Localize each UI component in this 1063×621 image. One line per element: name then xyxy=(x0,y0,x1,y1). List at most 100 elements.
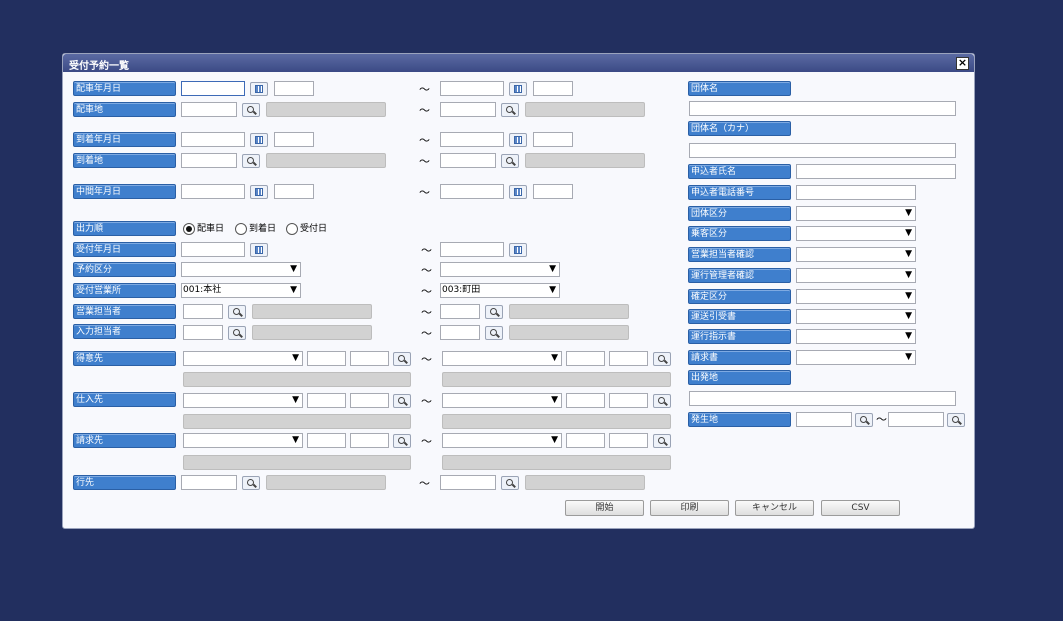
sales-staff-to-code[interactable] xyxy=(440,304,480,319)
search-icon[interactable] xyxy=(485,326,503,340)
billing-from-code2[interactable] xyxy=(350,433,389,448)
arrival-date-to-input[interactable] xyxy=(440,132,504,147)
supplier-to-code2[interactable] xyxy=(609,393,648,408)
arrival-place-to-code[interactable] xyxy=(440,153,496,168)
billing-from-select[interactable]: ▼ xyxy=(183,433,303,448)
search-icon[interactable] xyxy=(485,305,503,319)
departure-input[interactable] xyxy=(689,391,956,406)
calendar-icon[interactable] xyxy=(250,243,268,257)
search-icon[interactable] xyxy=(653,352,671,366)
arrival-place-from-code[interactable] xyxy=(181,153,237,168)
input-staff-from-code[interactable] xyxy=(183,325,223,340)
csv-button[interactable]: CSV xyxy=(821,500,900,516)
billing-to-code1[interactable] xyxy=(566,433,605,448)
search-icon[interactable] xyxy=(653,434,671,448)
radio-arrival[interactable]: 到着日 xyxy=(235,222,276,237)
range-tilde: ～ xyxy=(421,285,432,298)
middle-time-from-input[interactable] xyxy=(274,184,314,199)
group-name-input[interactable] xyxy=(689,101,956,116)
search-icon[interactable] xyxy=(228,305,246,319)
supplier-to-code1[interactable] xyxy=(566,393,605,408)
transfer-doc-select[interactable]: ▼ xyxy=(796,309,916,324)
supplier-from-select[interactable]: ▼ xyxy=(183,393,303,408)
search-icon[interactable] xyxy=(242,103,260,117)
invoice-select[interactable]: ▼ xyxy=(796,350,916,365)
search-icon[interactable] xyxy=(501,103,519,117)
radio-haisha[interactable]: 配車日 xyxy=(183,222,224,237)
customer-to-code2[interactable] xyxy=(609,351,648,366)
travel-mgr-check-select[interactable]: ▼ xyxy=(796,268,916,283)
arrival-date-from-input[interactable] xyxy=(181,132,245,147)
customer-from-select[interactable]: ▼ xyxy=(183,351,303,366)
instruction-doc-select[interactable]: ▼ xyxy=(796,329,916,344)
group-name-kana-input[interactable] xyxy=(689,143,956,158)
sales-staff-from-code[interactable] xyxy=(183,304,223,319)
middle-date-to-input[interactable] xyxy=(440,184,504,199)
calendar-icon[interactable] xyxy=(509,82,527,96)
haisha-time-from-input[interactable] xyxy=(274,81,314,96)
search-icon[interactable] xyxy=(393,434,411,448)
destination-from-code[interactable] xyxy=(181,475,237,490)
applicant-phone-input[interactable] xyxy=(796,185,916,200)
calendar-icon[interactable] xyxy=(509,133,527,147)
origin-from-code[interactable] xyxy=(796,412,852,427)
destination-to-code[interactable] xyxy=(440,475,496,490)
middle-date-from-input[interactable] xyxy=(181,184,245,199)
customer-from-code2[interactable] xyxy=(350,351,389,366)
haisha-date-from-input[interactable] xyxy=(181,81,245,96)
search-icon[interactable] xyxy=(242,476,260,490)
sales-check-select[interactable]: ▼ xyxy=(796,247,916,262)
chevron-down-icon: ▼ xyxy=(290,285,297,295)
radio-reception[interactable]: 受付日 xyxy=(286,222,327,237)
passenger-type-select[interactable]: ▼ xyxy=(796,226,916,241)
origin-to-code[interactable] xyxy=(888,412,944,427)
haisha-place-from-code[interactable] xyxy=(181,102,237,117)
reception-office-from-select[interactable]: 001:本社 ▼ xyxy=(181,283,301,298)
start-button[interactable]: 開始 xyxy=(565,500,644,516)
calendar-icon[interactable] xyxy=(250,185,268,199)
billing-from-code1[interactable] xyxy=(307,433,346,448)
supplier-to-select[interactable]: ▼ xyxy=(442,393,562,408)
cancel-button[interactable]: キャンセル xyxy=(735,500,814,516)
search-icon[interactable] xyxy=(855,413,873,427)
print-button[interactable]: 印刷 xyxy=(650,500,729,516)
input-staff-to-code[interactable] xyxy=(440,325,480,340)
search-icon[interactable] xyxy=(242,154,260,168)
haisha-time-to-input[interactable] xyxy=(533,81,573,96)
calendar-icon[interactable] xyxy=(509,243,527,257)
confirm-type-select[interactable]: ▼ xyxy=(796,289,916,304)
search-icon[interactable] xyxy=(393,394,411,408)
search-icon[interactable] xyxy=(393,352,411,366)
supplier-from-code1[interactable] xyxy=(307,393,346,408)
radio-button[interactable] xyxy=(286,222,298,235)
customer-from-code1[interactable] xyxy=(307,351,346,366)
customer-to-select[interactable]: ▼ xyxy=(442,351,562,366)
calendar-icon[interactable] xyxy=(250,82,268,96)
search-icon[interactable] xyxy=(228,326,246,340)
reservation-type-from-select[interactable]: ▼ xyxy=(181,262,301,277)
search-icon[interactable] xyxy=(947,413,965,427)
applicant-name-input[interactable] xyxy=(796,164,956,179)
search-icon[interactable] xyxy=(501,476,519,490)
reception-date-to-input[interactable] xyxy=(440,242,504,257)
close-button[interactable]: × xyxy=(956,57,969,70)
haisha-place-to-code[interactable] xyxy=(440,102,496,117)
arrival-time-from-input[interactable] xyxy=(274,132,314,147)
radio-button[interactable] xyxy=(235,222,247,235)
arrival-time-to-input[interactable] xyxy=(533,132,573,147)
radio-button[interactable] xyxy=(183,222,195,235)
reception-office-to-select[interactable]: 003:町田 ▼ xyxy=(440,283,560,298)
reservation-type-to-select[interactable]: ▼ xyxy=(440,262,560,277)
reception-date-from-input[interactable] xyxy=(181,242,245,257)
group-type-select[interactable]: ▼ xyxy=(796,206,916,221)
haisha-date-to-input[interactable] xyxy=(440,81,504,96)
billing-to-code2[interactable] xyxy=(609,433,648,448)
billing-to-select[interactable]: ▼ xyxy=(442,433,562,448)
calendar-icon[interactable] xyxy=(250,133,268,147)
middle-time-to-input[interactable] xyxy=(533,184,573,199)
search-icon[interactable] xyxy=(501,154,519,168)
calendar-icon[interactable] xyxy=(509,185,527,199)
search-icon[interactable] xyxy=(653,394,671,408)
customer-to-code1[interactable] xyxy=(566,351,605,366)
supplier-from-code2[interactable] xyxy=(350,393,389,408)
